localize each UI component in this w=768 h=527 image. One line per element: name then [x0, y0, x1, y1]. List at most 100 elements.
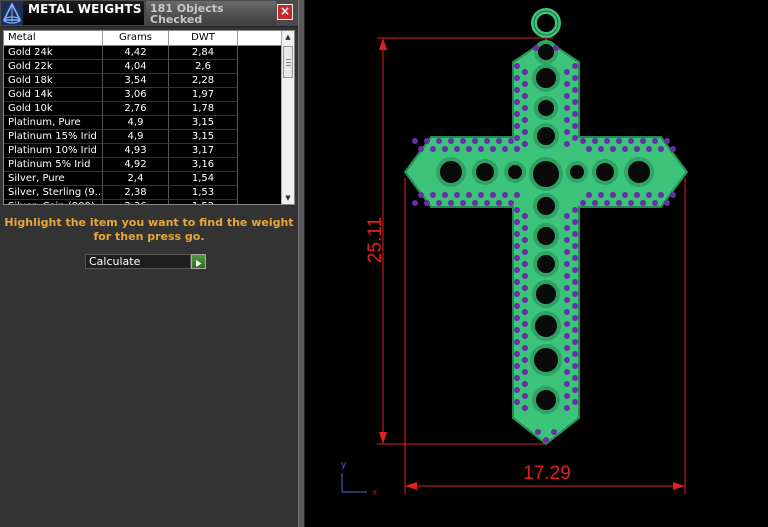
- cell-dwt: 3,15: [169, 130, 238, 144]
- scroll-down-arrow-icon[interactable]: ▼: [282, 192, 294, 204]
- table-row[interactable]: Platinum 15% Irid 4,9 3,15: [4, 130, 281, 144]
- gem-bezel: [532, 280, 560, 308]
- table-row[interactable]: Gold 24k 4,42 2,84: [4, 46, 281, 60]
- accent-gem: [604, 138, 610, 144]
- accent-gem: [564, 249, 570, 255]
- metal-weights-table: Metal Grams DWT Gold 24k 4,42 2,84 Gold 22k…: [3, 30, 295, 205]
- cell-metal: Silver, Coin (900): [4, 200, 103, 204]
- accent-gem: [522, 225, 528, 231]
- bail-ring-edge: [533, 10, 559, 36]
- table-row[interactable]: Gold 10k 2,76 1,78: [4, 102, 281, 116]
- table-header: Metal Grams DWT: [4, 31, 281, 46]
- accent-gem: [658, 192, 664, 198]
- accent-gem: [522, 381, 528, 387]
- axis-y-label: y: [341, 460, 347, 470]
- accent-gem: [424, 138, 430, 144]
- accent-gem: [564, 69, 570, 75]
- scrollbar-thumb[interactable]: [283, 46, 293, 78]
- accent-gem: [514, 63, 520, 69]
- accent-gem: [572, 99, 578, 105]
- accent-gem: [580, 138, 586, 144]
- play-arrow-icon: [196, 260, 202, 267]
- accent-gem: [522, 117, 528, 123]
- accent-gem: [610, 146, 616, 152]
- accent-gem: [522, 93, 528, 99]
- gem-bezel: [436, 157, 466, 187]
- cell-dwt: 1,54: [169, 172, 238, 186]
- accent-gem: [572, 219, 578, 225]
- cell-grams: 4,04: [103, 60, 169, 74]
- accent-gem: [616, 138, 622, 144]
- accent-gem: [430, 192, 436, 198]
- column-header-grams[interactable]: Grams: [103, 31, 169, 45]
- table-row[interactable]: Silver, Sterling (9... 2,38 1,53: [4, 186, 281, 200]
- accent-gem: [572, 363, 578, 369]
- panel-splitter[interactable]: [298, 0, 305, 527]
- cell-metal: Silver, Pure: [4, 172, 103, 186]
- table-body: Gold 24k 4,42 2,84 Gold 22k 4,04 2,6 Gold 18k 3…: [4, 46, 281, 204]
- scroll-up-arrow-icon[interactable]: ▲: [282, 31, 294, 43]
- accent-gem: [514, 231, 520, 237]
- cell-metal: Platinum 5% Irid: [4, 158, 103, 172]
- accent-gem: [564, 117, 570, 123]
- table-row[interactable]: Gold 18k 3,54 2,28: [4, 74, 281, 88]
- calculate-dropdown[interactable]: Calculate: [85, 254, 191, 269]
- cad-viewport[interactable]: 25.11 17.29 y x: [305, 0, 768, 527]
- table-scrollbar[interactable]: ▲ ▼: [281, 31, 294, 204]
- cell-grams: 3,54: [103, 74, 169, 88]
- cell-metal: Gold 14k: [4, 88, 103, 102]
- accent-gem: [460, 138, 466, 144]
- accent-gem: [640, 200, 646, 206]
- accent-gem: [436, 200, 442, 206]
- cell-dwt: 3,17: [169, 144, 238, 158]
- accent-gem: [572, 243, 578, 249]
- cell-dwt: 3,15: [169, 116, 238, 130]
- cell-dwt: 1,53: [169, 186, 238, 200]
- cell-grams: 4,93: [103, 144, 169, 158]
- accent-gem: [490, 146, 496, 152]
- accent-gem: [572, 303, 578, 309]
- close-button[interactable]: ×: [277, 4, 293, 20]
- accent-gem: [514, 279, 520, 285]
- accent-gem: [508, 138, 514, 144]
- accent-gem: [564, 381, 570, 387]
- gem-bezel: [532, 386, 560, 414]
- accent-gem: [514, 315, 520, 321]
- accent-gem: [514, 123, 520, 129]
- table-row[interactable]: Silver, Coin (900)2,361,52: [4, 200, 281, 204]
- cell-grams: 2,4: [103, 172, 169, 186]
- accent-gem: [496, 200, 502, 206]
- accent-gem: [564, 369, 570, 375]
- gem-bezel: [533, 251, 559, 277]
- table-row[interactable]: Silver, Pure 2,4 1,54: [4, 172, 281, 186]
- accent-gem: [564, 237, 570, 243]
- accent-gem: [514, 291, 520, 297]
- accent-gem: [610, 192, 616, 198]
- table-row[interactable]: Platinum 10% Irid 4,93 3,17: [4, 144, 281, 158]
- accent-gem: [572, 87, 578, 93]
- instructions-text: Highlight the item you want to find the …: [4, 216, 294, 243]
- accent-gem: [514, 111, 520, 117]
- column-header-metal[interactable]: Metal: [4, 31, 103, 45]
- accent-gem: [514, 255, 520, 261]
- table-row[interactable]: Gold 14k 3,06 1,97: [4, 88, 281, 102]
- table-row[interactable]: Platinum, Pure 4,9 3,15: [4, 116, 281, 130]
- objects-checked-status: 181 Objects Checked: [146, 1, 276, 25]
- gem-bezel: [533, 193, 559, 219]
- table-row[interactable]: Gold 22k 4,04 2,6: [4, 60, 281, 74]
- height-arrow-top: [379, 38, 387, 50]
- go-button[interactable]: [191, 254, 206, 269]
- column-header-dwt[interactable]: DWT: [169, 31, 238, 45]
- gem-bezel: [472, 159, 498, 185]
- cell-metal: Silver, Sterling (9...: [4, 186, 103, 200]
- table-row[interactable]: Platinum 5% Irid 4,92 3,16: [4, 158, 281, 172]
- accent-gem: [670, 192, 676, 198]
- accent-gem: [572, 387, 578, 393]
- accent-gem: [564, 345, 570, 351]
- accent-gem: [572, 135, 578, 141]
- height-dimension-label: 25.11: [365, 217, 386, 263]
- gem-bezel: [533, 223, 559, 249]
- accent-gem: [472, 200, 478, 206]
- accent-gem: [522, 297, 528, 303]
- gem-bezel: [533, 123, 559, 149]
